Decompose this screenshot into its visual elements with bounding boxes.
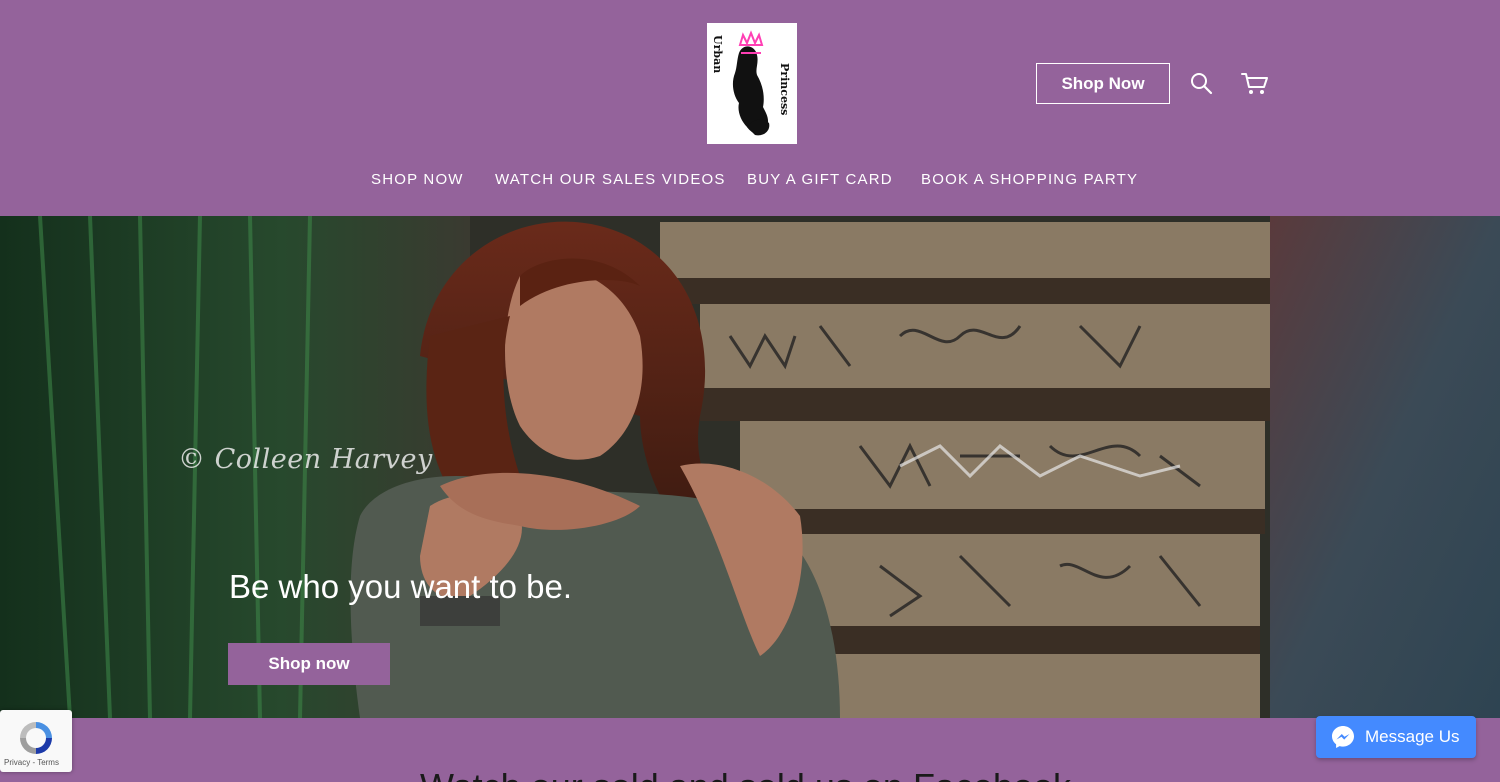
header-shop-now-button[interactable]: Shop Now [1036, 63, 1170, 104]
message-us-button[interactable]: Message Us [1316, 716, 1476, 758]
hero-shop-now-button[interactable]: Shop now [228, 643, 390, 685]
recaptcha-icon [20, 722, 52, 754]
svg-text:Urban: Urban [711, 35, 724, 73]
nav-item-shop-now[interactable]: SHOP NOW [371, 171, 464, 188]
hero-heading: Be who you want to be. [229, 568, 573, 605]
svg-text:Princess: Princess [778, 63, 791, 115]
photo-watermark: © Colleen Harvey [178, 444, 433, 475]
hero-banner: © Colleen Harvey Be who you want to be. … [0, 216, 1500, 718]
section-heading: Watch our sold and sold us on Facebook [420, 766, 1071, 782]
logo-image: Urban Princess [707, 23, 797, 144]
cart-icon[interactable] [1241, 71, 1269, 97]
site-logo[interactable]: Urban Princess [707, 23, 797, 144]
message-us-label: Message Us [1365, 727, 1460, 746]
main-nav: SHOP NOW WATCH OUR SALES VIDEOS BUY A GI… [0, 171, 1500, 191]
messenger-icon [1332, 726, 1354, 748]
site-header: Urban Princess Shop Now SHOP NOW WATCH O… [0, 0, 1500, 216]
recaptcha-links[interactable]: Privacy - Terms [4, 758, 59, 767]
nav-item-shopping-party[interactable]: BOOK A SHOPPING PARTY [921, 171, 1138, 188]
recaptcha-badge[interactable]: Privacy - Terms [0, 710, 72, 772]
nav-item-gift-card[interactable]: BUY A GIFT CARD [747, 171, 893, 188]
search-icon[interactable] [1189, 71, 1213, 95]
nav-item-sales-videos[interactable]: WATCH OUR SALES VIDEOS [495, 171, 726, 188]
